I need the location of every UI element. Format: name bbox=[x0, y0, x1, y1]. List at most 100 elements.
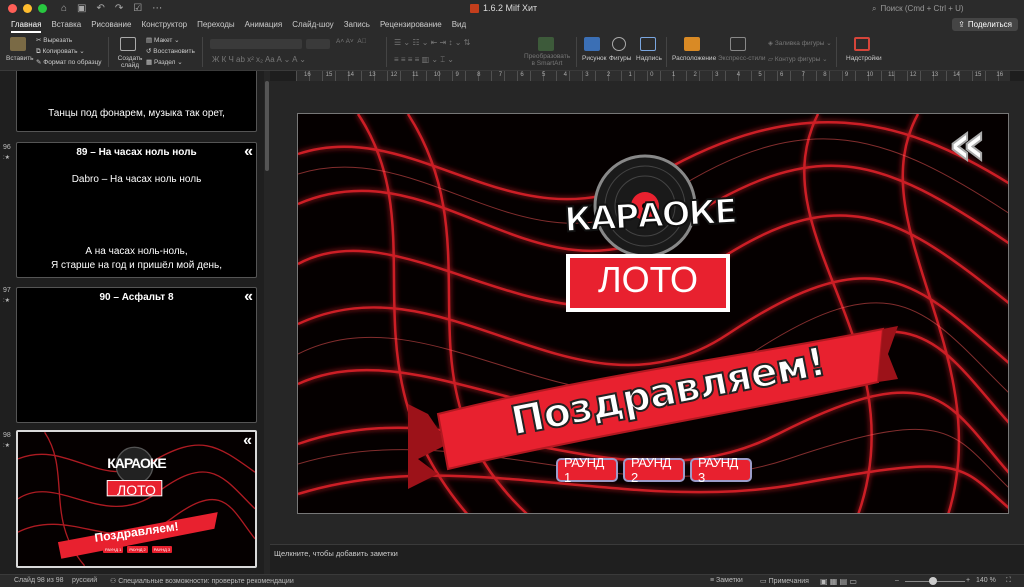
accessibility-checker[interactable]: ⚇ Специальные возможности: проверьте рек… bbox=[110, 577, 294, 585]
new-slide-icon[interactable] bbox=[120, 37, 136, 51]
layout-button[interactable]: ▤ Макет ⌄ bbox=[146, 36, 180, 44]
tab-transitions[interactable]: Переходы bbox=[192, 17, 240, 33]
slide-thumbnail-96[interactable]: 89 – На часах ноль ноль « Dabro – На час… bbox=[16, 142, 257, 278]
tab-insert[interactable]: Вставка bbox=[46, 17, 86, 33]
ruler-number: 4 bbox=[736, 72, 741, 78]
thumbnail-artist: Dabro – На часах ноль ноль bbox=[71, 174, 202, 185]
quick-styles-button[interactable]: Экспресс-стили bbox=[718, 55, 766, 62]
ruler-number: 8 bbox=[823, 72, 827, 78]
comments-toggle[interactable]: ▭ Примечания bbox=[760, 577, 809, 585]
ribbon-divider bbox=[576, 37, 577, 67]
tab-view[interactable]: Вид bbox=[447, 17, 471, 33]
addins-button[interactable]: Надстройки bbox=[846, 55, 882, 62]
ribbon-divider bbox=[108, 37, 109, 67]
shapes-icon[interactable] bbox=[612, 37, 626, 51]
tab-record[interactable]: Запись bbox=[339, 17, 375, 33]
thumbnail-round-button: РАУНД 3 bbox=[151, 546, 173, 553]
cut-button[interactable]: ✂ Вырезать bbox=[36, 36, 72, 44]
section-button[interactable]: ▦ Раздел ⌄ bbox=[146, 58, 183, 66]
back-chevron-icon: « bbox=[244, 143, 253, 160]
view-mode-buttons[interactable]: ▣ ▦ ▤ ▭ bbox=[820, 577, 857, 586]
tab-draw[interactable]: Рисование bbox=[86, 17, 136, 33]
undo-icon[interactable]: ↶ bbox=[97, 3, 105, 14]
copy-button[interactable]: ⧉ Копировать ⌄ bbox=[36, 47, 85, 56]
round-2-button[interactable]: РАУНД 2 bbox=[623, 455, 685, 485]
ribbon-divider bbox=[202, 37, 203, 67]
font-style-buttons[interactable]: Ж К Ч ab x² x₂ Aa A ⌄ A ⌄ bbox=[212, 55, 306, 64]
shapes-button[interactable]: Фигуры bbox=[609, 55, 631, 62]
ruler-number: 15 bbox=[974, 72, 982, 78]
search-box[interactable]: ⌕ Поиск (Cmd + Ctrl + U) bbox=[872, 2, 1016, 15]
paste-button[interactable]: Вставить bbox=[6, 55, 34, 62]
font-size-field[interactable] bbox=[306, 39, 330, 49]
slide-thumbnail-98[interactable]: « КАРАОКЕ ЛОТО Поздравляем! РАУНД 1 РАУН… bbox=[16, 430, 257, 568]
quick-styles-icon[interactable] bbox=[730, 37, 746, 51]
ribbon-divider bbox=[666, 37, 667, 67]
close-window-icon[interactable] bbox=[8, 4, 17, 13]
tab-design[interactable]: Конструктор bbox=[136, 17, 192, 33]
scrollbar-thumb[interactable] bbox=[265, 81, 269, 171]
ruler-number: 13 bbox=[931, 72, 939, 78]
alignment-buttons[interactable]: ≡ ≡ ≡ ≡ ▥ ⌄ ⌶ ⌄ bbox=[394, 55, 454, 65]
zoom-slider-knob[interactable] bbox=[929, 577, 937, 585]
current-slide[interactable]: КАРАОКЕ ЛОТО Поздравляем! « РАУНД 1 РАУН… bbox=[297, 113, 1009, 514]
arrange-icon[interactable] bbox=[684, 37, 700, 51]
tab-home[interactable]: Главная bbox=[6, 17, 46, 33]
slide-number: 98 bbox=[3, 432, 11, 439]
tab-review[interactable]: Рецензирование bbox=[375, 17, 447, 33]
zoom-window-icon[interactable] bbox=[38, 4, 47, 13]
checkbox-icon[interactable]: ☑ bbox=[133, 3, 142, 14]
convert-smartart-button[interactable]: Преобразовать в SmartArt bbox=[524, 53, 570, 67]
redo-icon[interactable]: ↷ bbox=[115, 3, 123, 14]
more-icon[interactable]: ⋯ bbox=[152, 3, 162, 14]
back-chevron-icon[interactable]: « bbox=[947, 114, 988, 175]
font-size-buttons[interactable]: A˄ A˅ A⃠ bbox=[336, 38, 367, 45]
round-1-button[interactable]: РАУНД 1 bbox=[556, 455, 618, 485]
minimize-window-icon[interactable] bbox=[23, 4, 32, 13]
thumbnail-round-button: РАУНД 2 bbox=[127, 546, 148, 553]
home-icon[interactable]: ⌂ bbox=[61, 3, 67, 14]
share-icon: ⇪ bbox=[958, 20, 965, 29]
new-slide-button[interactable]: Создать слайд bbox=[117, 55, 143, 69]
slide-thumbnail-97[interactable]: 90 – Асфальт 8 « bbox=[16, 287, 257, 423]
ruler-number: 12 bbox=[909, 72, 917, 78]
shape-fill-button[interactable]: ◈ Заливка фигуры ⌄ bbox=[768, 39, 832, 47]
format-painter-button[interactable]: ✎ Формат по образцу bbox=[36, 58, 102, 66]
share-button[interactable]: ⇪ Поделиться bbox=[952, 18, 1018, 31]
picture-button[interactable]: Рисунок bbox=[582, 55, 607, 62]
picture-icon[interactable] bbox=[584, 37, 600, 51]
slide-number: 97 bbox=[3, 287, 11, 294]
paste-icon[interactable] bbox=[10, 37, 26, 51]
ruler-number: 5 bbox=[758, 72, 762, 78]
ruler-number: 10 bbox=[433, 72, 441, 78]
textbox-icon[interactable] bbox=[640, 37, 656, 51]
save-icon[interactable]: ▣ bbox=[77, 3, 86, 14]
zoom-level[interactable]: 140 % bbox=[976, 577, 996, 584]
notes-pane[interactable]: Щелкните, чтобы добавить заметки bbox=[270, 544, 1024, 574]
fit-slide-icon[interactable]: ⛶ bbox=[1006, 577, 1011, 585]
back-chevron-icon: « bbox=[244, 288, 253, 305]
slide-thumbnail-panel: Танцы под фонарем, музыка так орет, 96 :… bbox=[0, 71, 264, 574]
reset-button[interactable]: ↺ Восстановить bbox=[146, 47, 195, 55]
thumbnail-lyrics-line: А на часах ноль-ноль, bbox=[85, 246, 188, 257]
zoom-in-icon[interactable]: + bbox=[966, 577, 970, 584]
textbox-button[interactable]: Надпись bbox=[636, 55, 662, 62]
ruler-number: 6 bbox=[520, 72, 524, 78]
shape-outline-button[interactable]: ▱ Контур фигуры ⌄ bbox=[768, 55, 828, 63]
tab-animations[interactable]: Анимация bbox=[240, 17, 288, 33]
addins-icon[interactable] bbox=[854, 37, 870, 51]
font-name-field[interactable] bbox=[210, 39, 302, 49]
smartart-icon[interactable] bbox=[538, 37, 554, 51]
title-bar: ⌂ ▣ ↶ ↷ ☑ ⋯ 1.6.2 Milf Хит ⌕ Поиск (Cmd … bbox=[0, 0, 1024, 17]
ruler-number: 11 bbox=[412, 72, 419, 78]
list-buttons[interactable]: ☰ ⌄ ☷ ⌄ ⇤ ⇥ ↕ ⌄ ⇅ bbox=[394, 38, 470, 47]
arrange-button[interactable]: Расположение bbox=[672, 55, 716, 62]
slide-thumbnail-95[interactable]: Танцы под фонарем, музыка так орет, bbox=[16, 71, 257, 132]
tab-slideshow[interactable]: Слайд-шоу bbox=[287, 17, 338, 33]
round-3-button[interactable]: РАУНД 3 bbox=[690, 455, 752, 485]
notes-toggle[interactable]: ≡ Заметки bbox=[710, 577, 743, 584]
language-indicator[interactable]: русский bbox=[72, 577, 97, 584]
ruler-number: 9 bbox=[455, 72, 459, 78]
zoom-out-icon[interactable]: – bbox=[895, 577, 899, 584]
ruler-number: 1 bbox=[628, 72, 632, 78]
